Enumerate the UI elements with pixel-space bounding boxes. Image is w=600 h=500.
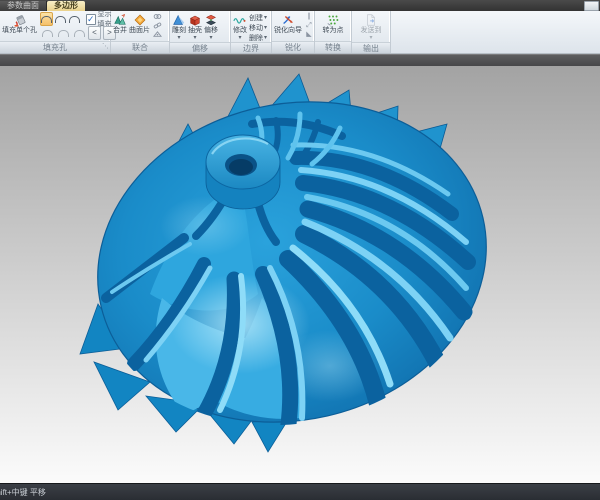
group-convert: 转为点 转换 <box>315 11 352 53</box>
merge-button[interactable]: 合并 <box>112 12 128 36</box>
partial-fill-2-icon <box>58 30 69 37</box>
group-fill-holes: 充 填充单个孔 ✓ 显示填充 <box>0 11 111 53</box>
modify-dropdown-icon[interactable]: ▾ <box>238 35 241 41</box>
fill-flat-button[interactable] <box>68 12 81 26</box>
surface-patch-button[interactable]: 曲面片 <box>128 12 151 36</box>
partial-fill-3-icon <box>74 30 85 37</box>
sharpen-wizard-button[interactable]: 锐化向导 <box>273 12 303 36</box>
impeller-hub <box>206 135 280 209</box>
tab-polygon[interactable]: 多边形 <box>47 1 85 11</box>
rescale-icon[interactable]: ⤢ <box>304 21 314 30</box>
stitch-icon[interactable] <box>152 30 162 39</box>
send-to-dropdown-icon: ▾ <box>369 35 372 41</box>
group-combine: 合并 曲面片 <box>111 11 170 53</box>
create-dropdown-icon: ▾ <box>264 14 267 23</box>
group-label-convert: 转换 <box>325 43 341 52</box>
sharpen-wedge-icon[interactable]: ◣ <box>304 30 314 39</box>
group-label-fill-holes: 填充孔 <box>43 43 67 52</box>
group-label-boundary: 边界 <box>243 44 259 53</box>
convert-to-points-button[interactable]: 转为点 <box>322 12 345 36</box>
partial-fill-3-button[interactable] <box>72 26 87 40</box>
boolean-union-icon[interactable] <box>152 12 162 21</box>
points-grid-icon <box>326 13 340 27</box>
paint-bucket-icon <box>13 13 27 27</box>
group-label-offset: 偏移 <box>192 44 208 53</box>
fill-single-hole-button[interactable]: 填充单个孔 <box>1 12 38 36</box>
tab-parametric-surface[interactable]: 参数曲面 <box>0 1 47 11</box>
move-dropdown-icon: ▾ <box>264 24 267 33</box>
offset-dropdown-icon[interactable]: ▾ <box>209 35 212 41</box>
modify-boundary-button[interactable]: 修改 ▾ <box>232 12 248 42</box>
partial-fill-2-button[interactable] <box>56 26 71 40</box>
relief-dropdown-icon[interactable]: ▾ <box>177 35 180 41</box>
document-arrow-icon <box>364 13 378 27</box>
chain-link-icon[interactable] <box>152 21 162 30</box>
ribbon: 充 填充单个孔 ✓ 显示填充 <box>0 11 600 54</box>
dialog-launcher-icon[interactable]: ⋱ <box>102 43 109 51</box>
tangent-fill-icon <box>55 16 66 23</box>
show-fill-checkbox[interactable]: ✓ <box>86 14 96 25</box>
ribbon-tab-strip: 参数曲面 多边形 <box>0 0 600 11</box>
application-window: 参数曲面 多边形 充 填充单个孔 <box>0 0 600 500</box>
extend-edges-icon[interactable]: ∥ <box>304 12 314 21</box>
shell-cube-icon <box>188 13 202 27</box>
boundary-move-button[interactable]: 移动▾ <box>249 23 267 33</box>
boundary-create-button[interactable]: 创建▾ <box>249 13 267 23</box>
wave-icon <box>233 13 247 27</box>
shell-dropdown-icon[interactable]: ▾ <box>193 35 196 41</box>
fill-tangent-button[interactable] <box>54 12 67 26</box>
previous-hole-button[interactable]: < <box>88 26 101 40</box>
turbine-impeller-model <box>0 66 600 483</box>
partial-fill-1-button[interactable] <box>40 26 55 40</box>
group-sharpen: 锐化向导 ∥ ⤢ ◣ 锐化 <box>272 11 315 53</box>
flat-fill-icon <box>69 16 80 23</box>
surface-patch-icon <box>133 13 147 27</box>
corner-button[interactable] <box>584 1 599 11</box>
ribbon-empty-area <box>391 11 600 53</box>
status-bar: Shift+中键 平移 <box>0 483 600 500</box>
offset-button[interactable]: 偏移 ▾ <box>203 12 219 42</box>
curvature-fill-icon <box>41 16 52 23</box>
offset-layers-icon <box>204 13 218 27</box>
merge-mesh-icon <box>113 13 127 27</box>
group-label-output: 输出 <box>363 44 379 53</box>
viewport-3d[interactable] <box>0 66 600 483</box>
group-label-sharpen: 锐化 <box>285 43 301 52</box>
group-boundary: 修改 ▾ 创建▾ 移动▾ 删除▾ 边界 <box>231 11 272 53</box>
group-label-combine: 联合 <box>132 43 148 52</box>
fill-curvature-button[interactable] <box>40 12 53 26</box>
shell-button[interactable]: 抽壳 ▾ <box>187 12 203 42</box>
relief-pyramid-icon <box>172 13 186 27</box>
relief-button[interactable]: 雕刻 ▾ <box>171 12 187 42</box>
crossed-arrows-icon <box>281 13 295 27</box>
group-offset: 雕刻 ▾ 抽壳 ▾ 偏移 ▾ 偏移 <box>170 11 231 53</box>
mouse-hint-text: Shift+中键 平移 <box>0 486 46 498</box>
partial-fill-1-icon <box>42 30 53 37</box>
group-output: 发送到 ▾ 输出 <box>352 11 391 53</box>
send-to-button[interactable]: 发送到 ▾ <box>360 12 383 42</box>
